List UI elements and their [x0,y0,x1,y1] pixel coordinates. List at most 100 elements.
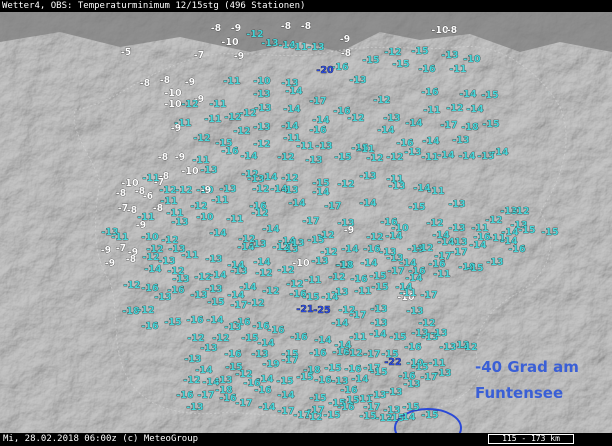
station-temperature-label: -16 [167,285,185,296]
station-temperature-label: -13 [369,390,386,401]
station-temperature-label: -14 [314,335,332,346]
station-temperature-label: -16 [331,62,349,73]
station-temperature-label: -8 [127,205,138,216]
station-temperature-label: -16 [221,146,239,157]
station-temperature-label: -13 [249,239,266,250]
station-temperature-label: -15 [482,119,499,130]
station-temperature-label: -9 [171,123,182,134]
station-temperature-label: -14 [239,282,257,293]
station-temperature-label: -14 [258,402,276,413]
station-temperature-label: -13 [254,103,271,114]
station-temperature-label: -13 [486,257,503,268]
station-temperature-label: -13 [430,328,447,339]
station-temperature-label: -12 [446,103,463,114]
station-temperature-label: -12 [252,184,269,195]
station-temperature-label: -14 [312,115,330,126]
station-temperature-label: -15 [164,317,181,328]
station-temperature-label: -15 [241,333,258,344]
station-temperature-label: -13 [349,75,366,86]
station-temperature-label: -15 [518,225,535,236]
station-temperature-label: -12 [281,173,298,184]
station-temperature-label: -15 [541,227,558,238]
station-temperature-label: -12 [142,252,159,263]
timestamp-text: Mi, 28.02.2018 06:00z (c) MeteoGroup [3,434,199,444]
station-temperature-label: -13 [404,147,421,158]
station-temperature-label: -16 [224,349,242,360]
station-temperature-label: -17 [235,398,252,409]
station-temperature-label: -14 [257,338,275,349]
station-temperature-label: -12 [345,348,362,359]
station-temperature-label: -15 [207,297,224,308]
station-temperature-label: -8 [126,254,137,265]
station-temperature-label: -14 [209,228,227,239]
station-temperature-label: -14 [288,198,306,209]
station-temperature-label: -13 [186,402,203,413]
station-temperature-label: -11 [449,64,466,75]
station-temperature-label: -13 [403,379,420,390]
station-temperature-label: -13 [379,247,396,258]
annotation-line-2: Funtensee [475,384,564,402]
station-temperature-label: -16 [309,125,327,136]
station-temperature-label: -9 [231,23,242,34]
station-temperature-label: -10 [164,88,182,99]
station-temperature-label: -11 [423,105,440,116]
station-temperature-label: -9 [344,225,355,236]
station-temperature-label: -20 [316,65,334,76]
station-temperature-label: -11 [211,195,228,206]
station-temperature-label: -12 [384,47,401,58]
station-temperature-label: -13 [448,223,465,234]
station-temperature-label: -14 [491,147,509,158]
station-temperature-label: -12 [247,298,264,309]
station-temperature-label: -16 [141,321,159,332]
station-temperature-label: -10 [181,166,199,177]
station-temperature-label: -13 [388,181,405,192]
station-temperature-label: -13 [307,42,324,53]
station-temperature-label: -11 [304,275,321,286]
station-temperature-label: -11 [421,152,438,163]
station-temperature-label: -14 [209,270,227,281]
station-temperature-label: -16 [267,325,285,336]
station-temperature-label: -14 [144,264,162,275]
station-temperature-label: -11 [296,141,313,152]
station-temperature-label: -13 [452,135,469,146]
station-temperature-label: -8 [158,152,169,163]
station-temperature-label: -11 [209,99,226,110]
station-temperature-label: -8 [160,75,171,86]
station-temperature-label: -12 [253,139,270,150]
map-title: Wetter4, OBS: Temperaturminimum 12/15stg… [0,0,612,12]
station-temperature-label: -14 [466,104,484,115]
station-temperature-label: -11 [204,114,221,125]
station-temperature-label: -14 [369,329,387,340]
station-temperature-label: -10 [292,258,310,269]
station-temperature-label: -14 [422,136,440,147]
station-temperature-label: -14 [360,258,378,269]
station-temperature-label: -13 [448,199,465,210]
station-temperature-label: -11 [223,76,240,87]
station-temperature-label: -11 [427,186,444,197]
station-temperature-label: -14 [285,86,303,97]
station-temperature-label: -15 [481,90,498,101]
station-temperature-label: -14 [458,151,476,162]
station-temperature-label: -17 [277,406,294,417]
station-temperature-label: -16 [508,244,526,255]
status-footer: Mi, 28.02.2018 06:00z (c) MeteoGroup 115… [0,433,612,446]
station-temperature-label: -17 [440,120,457,131]
station-temperature-label: -14 [253,257,271,268]
station-temperature-label: -7 [194,50,205,61]
station-temperature-label: -17 [450,247,467,258]
station-temperature-label: -12 [262,286,279,297]
station-temperature-label: -17 [420,290,437,301]
station-temperature-label: -14 [398,412,416,423]
station-temperature-label: -12 [181,99,198,110]
station-temperature-label: -12 [460,342,477,353]
station-temperature-label: -13 [439,342,456,353]
station-temperature-label: -19 [262,359,279,370]
station-temperature-label: -13 [287,238,304,249]
station-temperature-label: -13 [370,304,387,315]
station-temperature-label: -17 [349,310,366,321]
station-temperature-label: -13 [281,185,298,196]
station-temperature-label: -17 [420,372,437,383]
station-temperature-label: -11 [433,269,450,280]
station-temperature-label: -13 [315,141,332,152]
station-temperature-label: -13 [261,38,278,49]
